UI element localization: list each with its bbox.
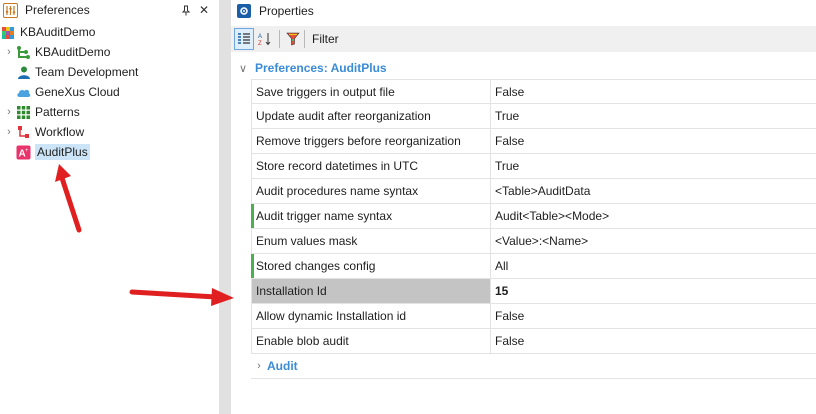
property-value[interactable]: 15	[491, 279, 816, 303]
property-name: Update audit after reorganization	[251, 104, 491, 128]
property-name: Installation Id	[251, 279, 491, 303]
tree-item-team-development[interactable]: Team Development	[15, 62, 138, 82]
category-preferences-auditplus[interactable]: ∨ Preferences: AuditPlus	[231, 57, 816, 79]
property-name: Store record datetimes in UTC	[251, 154, 491, 178]
team-development-icon	[15, 64, 31, 80]
properties-panel: Properties AZ Filter ∨ Preferences: Audi…	[231, 0, 816, 414]
property-value[interactable]: Audit<Table><Mode>	[491, 204, 816, 228]
properties-gear-icon	[237, 3, 251, 18]
tree-item-label: GeneXus Cloud	[35, 85, 120, 99]
auditplus-icon: A +	[15, 144, 31, 160]
property-name: Audit trigger name syntax	[251, 204, 491, 228]
property-value[interactable]: True	[491, 104, 816, 128]
preferences-panel-title: Preferences	[25, 3, 90, 17]
tree-item-genexus-cloud[interactable]: GeneXus Cloud	[15, 82, 120, 102]
properties-toolbar: AZ Filter	[231, 26, 816, 52]
chevron-right-icon[interactable]: ›	[3, 102, 15, 122]
property-row-audit-procedures-syntax[interactable]: Audit procedures name syntax <Table>Audi…	[251, 179, 816, 204]
property-name: Allow dynamic Installation id	[251, 304, 491, 328]
property-value[interactable]: <Table>AuditData	[491, 179, 816, 203]
cloud-icon	[15, 84, 31, 100]
property-value[interactable]: False	[491, 129, 816, 153]
property-grid: ∨ Preferences: AuditPlus Save triggers i…	[231, 57, 816, 379]
property-name: Remove triggers before reorganization	[251, 129, 491, 153]
property-name: Audit procedures name syntax	[251, 179, 491, 203]
tree-item-label: AuditPlus	[35, 144, 90, 160]
property-row-stored-changes-config[interactable]: Stored changes config All	[251, 254, 816, 279]
panel-splitter[interactable]	[219, 0, 231, 414]
property-row-enable-blob-audit[interactable]: Enable blob audit False	[251, 329, 816, 354]
tree-item-label: Team Development	[35, 65, 139, 79]
filter-label[interactable]: Filter	[308, 32, 343, 46]
tree-item-workflow[interactable]: › Workflow	[3, 122, 84, 142]
properties-panel-title: Properties	[259, 3, 314, 18]
property-value[interactable]: All	[491, 254, 816, 278]
toolbar-separator	[279, 30, 280, 48]
categorized-view-icon[interactable]	[234, 28, 254, 50]
category-label: Audit	[267, 359, 298, 373]
tree-item-label: Patterns	[35, 105, 80, 119]
kb-cube-icon	[0, 24, 16, 40]
tree-item-label: KBAuditDemo	[20, 25, 96, 39]
property-value[interactable]: True	[491, 154, 816, 178]
chevron-right-icon[interactable]: ›	[251, 360, 267, 372]
tree-item-kbauditdemo-environment[interactable]: › KBAuditDemo	[3, 42, 110, 62]
property-value[interactable]: <Value>:<Name>	[491, 229, 816, 253]
property-row-remove-triggers[interactable]: Remove triggers before reorganization Fa…	[251, 129, 816, 154]
tree-item-kbauditdemo-root[interactable]: KBAuditDemo	[0, 22, 95, 42]
property-row-enum-values-mask[interactable]: Enum values mask <Value>:<Name>	[251, 229, 816, 254]
category-audit-divider	[251, 378, 816, 379]
property-value[interactable]: False	[491, 304, 816, 328]
alphabetical-sort-icon[interactable]: AZ	[255, 28, 275, 50]
close-icon[interactable]: ✕	[195, 1, 213, 19]
property-row-update-audit[interactable]: Update audit after reorganization True	[251, 104, 816, 129]
chevron-down-icon[interactable]: ∨	[231, 62, 255, 75]
toolbar-separator	[304, 30, 305, 48]
workflow-icon	[15, 124, 31, 140]
preferences-panel-header: Preferences ✕	[0, 0, 219, 20]
property-list: Save triggers in output file False Updat…	[231, 79, 816, 354]
property-value[interactable]: False	[491, 329, 816, 353]
preferences-icon	[3, 2, 18, 18]
tree-item-label: Workflow	[35, 125, 85, 139]
category-audit[interactable]: › Audit	[251, 354, 816, 378]
preferences-panel: Preferences ✕ KBAuditDemo › KBAuditDemo …	[0, 0, 219, 414]
patterns-grid-icon	[15, 104, 31, 120]
property-row-store-datetimes-utc[interactable]: Store record datetimes in UTC True	[251, 154, 816, 179]
property-name: Save triggers in output file	[251, 80, 491, 103]
chevron-right-icon[interactable]: ›	[3, 122, 15, 142]
property-name: Stored changes config	[251, 254, 491, 278]
filter-icon[interactable]	[283, 28, 303, 50]
svg-text:A: A	[258, 34, 262, 40]
property-row-installation-id[interactable]: Installation Id 15	[251, 279, 816, 304]
tree-item-patterns[interactable]: › Patterns	[3, 102, 80, 122]
property-row-allow-dynamic-installation-id[interactable]: Allow dynamic Installation id False	[251, 304, 816, 329]
tree-item-label: KBAuditDemo	[35, 45, 111, 59]
chevron-right-icon[interactable]: ›	[3, 42, 15, 62]
properties-panel-header: Properties	[231, 0, 816, 21]
property-value[interactable]: False	[491, 80, 816, 103]
tree-item-auditplus[interactable]: A + AuditPlus	[15, 142, 90, 162]
pin-icon[interactable]	[177, 1, 195, 19]
svg-text:Z: Z	[258, 41, 262, 46]
environment-icon	[15, 44, 31, 60]
property-row-save-triggers[interactable]: Save triggers in output file False	[251, 79, 816, 104]
category-label: Preferences: AuditPlus	[255, 61, 387, 75]
property-row-audit-trigger-syntax[interactable]: Audit trigger name syntax Audit<Table><M…	[251, 204, 816, 229]
property-name: Enum values mask	[251, 229, 491, 253]
svg-text:+: +	[25, 148, 29, 154]
property-name: Enable blob audit	[251, 329, 491, 353]
